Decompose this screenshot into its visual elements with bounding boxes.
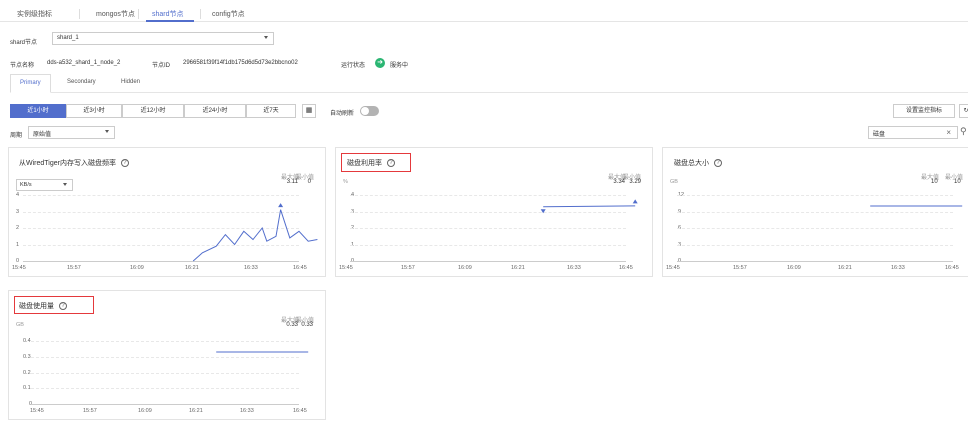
tab-hidden[interactable]: Hidden: [112, 74, 149, 93]
status-ok-icon: ➜: [375, 58, 385, 68]
auto-refresh-label: 自动刷新: [330, 111, 355, 117]
tab-shard-node[interactable]: shard节点: [152, 9, 184, 19]
node-name-label: 节点名称: [10, 63, 35, 69]
calendar-icon[interactable]: ▦: [302, 104, 316, 118]
line-chart: [540, 199, 638, 214]
active-tab-indicator: [146, 20, 194, 22]
tab-divider: [79, 9, 80, 19]
top-tab-bar: 实例级指标 mongos节点 shard节点 config节点: [0, 0, 968, 22]
tab-divider: [200, 9, 201, 19]
line-chart: [870, 205, 963, 207]
node-name-value: dds-a532_shard_1_node_2: [47, 60, 121, 66]
period-7d-button[interactable]: 近7天: [246, 104, 296, 118]
period-3h-button[interactable]: 近3小时: [66, 104, 122, 118]
chart-panel-disk-total: 磁盘总大小? GB 最大值 最小值 10 10 12 9 6 3 0 15:45…: [662, 147, 968, 277]
search-icon[interactable]: ⚲: [960, 126, 967, 137]
search-input-value: 磁盘: [873, 132, 886, 138]
shard-select-label: shard节点: [10, 40, 38, 46]
tab-instance-metrics[interactable]: 实例级指标: [17, 9, 52, 19]
max-marker: [632, 199, 638, 204]
tab-divider: [138, 9, 139, 19]
period-1h-button[interactable]: 近1小时: [10, 104, 66, 118]
refresh-icon[interactable]: ↻: [959, 104, 968, 118]
set-metrics-button[interactable]: 设置监控指标: [893, 104, 955, 118]
node-id-label: 节点ID: [152, 63, 171, 69]
cycle-label: 周期: [10, 133, 23, 139]
tab-primary[interactable]: Primary: [10, 74, 51, 93]
tab-mongos-node[interactable]: mongos节点: [96, 9, 135, 19]
series-line: [543, 205, 636, 208]
line-chart: [216, 351, 309, 353]
cycle-select-value: 原始值: [33, 132, 52, 138]
chevron-down-icon: [264, 36, 268, 39]
series-line: [192, 209, 318, 262]
shard-select[interactable]: shard_1: [52, 32, 274, 45]
shard-select-value: shard_1: [57, 35, 79, 41]
clear-icon[interactable]: ×: [946, 128, 951, 137]
auto-refresh-toggle[interactable]: [360, 106, 379, 116]
chart-panel-disk-usage: 磁盘使用量? GB 最大值 最小值 0.33 0.33 0.4 0.3 0.2 …: [8, 290, 326, 420]
chart-panel-wiredtiger: 从WiredTiger内存写入磁盘频率? KB/s 最大值 最小值 3.11 0…: [8, 147, 326, 277]
search-input[interactable]: 磁盘 ×: [868, 126, 958, 139]
chart-panel-disk-utilization: 磁盘利用率? % 最大值 最小值 3.34 3.29 4 3 2 1 0 15:…: [335, 147, 653, 277]
tab-config-node[interactable]: config节点: [212, 9, 245, 19]
node-id-value: 2966581f39f14f1db175d6d5d73e2bbcno02: [183, 60, 298, 66]
min-marker: [540, 209, 546, 214]
period-24h-button[interactable]: 近24小时: [184, 104, 246, 118]
period-12h-button[interactable]: 近12小时: [122, 104, 184, 118]
cycle-select[interactable]: 原始值: [28, 126, 115, 139]
chevron-down-icon: [105, 130, 109, 133]
run-status-label: 运行状态: [341, 63, 366, 69]
tab-secondary[interactable]: Secondary: [58, 74, 105, 93]
sub-tab-divider: [10, 92, 968, 93]
run-status-value: 服务中: [390, 63, 409, 69]
max-marker: [278, 203, 284, 208]
line-chart: [192, 203, 318, 262]
